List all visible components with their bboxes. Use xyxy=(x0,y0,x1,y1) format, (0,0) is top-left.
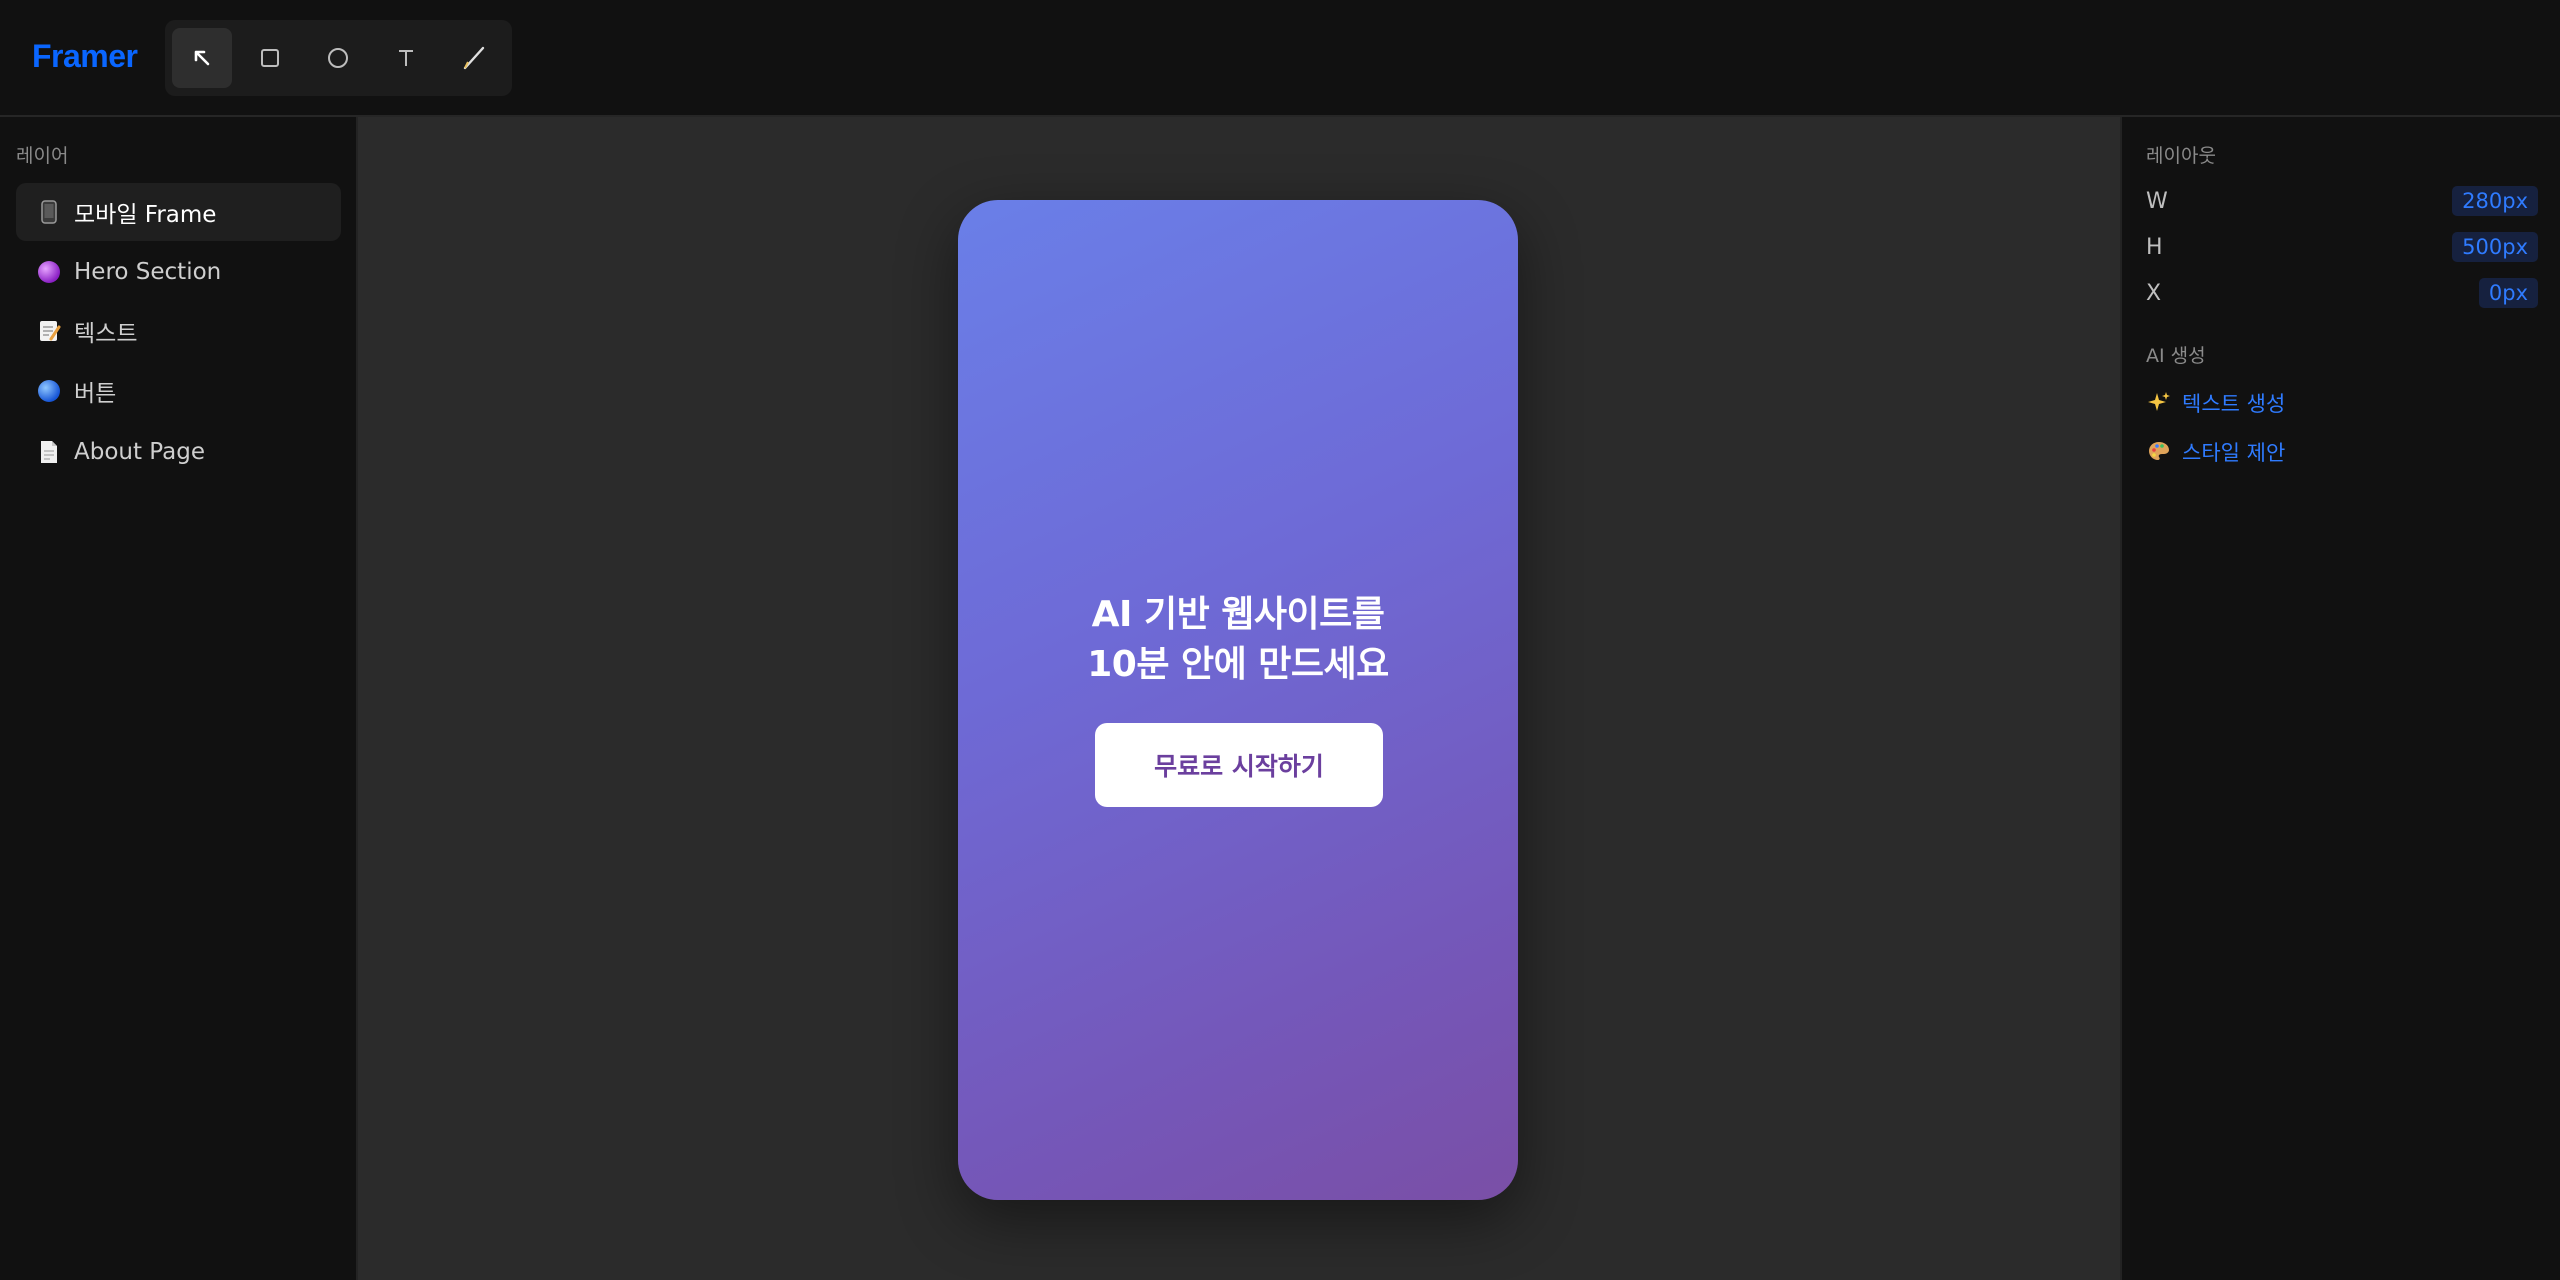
layer-label: About Page xyxy=(74,439,205,465)
hero-title[interactable]: AI 기반 웹사이트를 10분 안에 만드세요 xyxy=(958,590,1518,690)
generate-text-label: 텍스트 생성 xyxy=(2182,392,2286,416)
x-value-field[interactable]: 0px xyxy=(2478,278,2538,308)
width-label: W xyxy=(2146,188,2168,214)
purple-circle-icon xyxy=(36,259,62,285)
height-label: H xyxy=(2146,234,2163,260)
height-value-field[interactable]: 500px xyxy=(2452,232,2538,262)
x-label: X xyxy=(2146,280,2162,306)
app-logo[interactable]: Framer xyxy=(32,38,138,75)
layer-item-hero-section[interactable]: Hero Section xyxy=(16,243,341,301)
layer-item-text[interactable]: 텍스트 xyxy=(16,302,341,360)
palette-icon xyxy=(2146,439,2172,465)
width-row: W 280px xyxy=(2146,184,2538,218)
width-value-field[interactable]: 280px xyxy=(2452,186,2538,216)
square-icon xyxy=(259,47,281,69)
layer-label: 모바일 Frame xyxy=(74,202,217,228)
memo-icon xyxy=(36,318,62,344)
tool-bar xyxy=(165,20,512,96)
layer-label: 버튼 xyxy=(74,381,117,407)
arrow-cursor-icon xyxy=(191,47,213,69)
layers-panel: 레이어 모바일 Frame Hero Section 텍스트 버튼 About … xyxy=(0,117,358,1280)
layers-title: 레이어 xyxy=(16,145,69,167)
select-tool-button[interactable] xyxy=(172,28,232,88)
layer-label: 텍스트 xyxy=(74,321,138,347)
properties-panel: 레이아웃 W 280px H 500px X 0px AI 생성 텍스트 생성 … xyxy=(2120,117,2560,1280)
mobile-phone-icon xyxy=(36,199,62,225)
top-bar: Framer xyxy=(0,0,2560,117)
text-tool-button[interactable] xyxy=(376,28,436,88)
sparkles-icon xyxy=(2146,390,2172,416)
suggest-style-label: 스타일 제안 xyxy=(2182,441,2286,465)
start-free-button[interactable]: 무료로 시작하기 xyxy=(1095,723,1383,807)
layer-item-about-page[interactable]: About Page xyxy=(16,423,341,481)
x-row: X 0px xyxy=(2146,276,2538,310)
pen-tool-button[interactable] xyxy=(444,28,504,88)
frame-tool-button[interactable] xyxy=(240,28,300,88)
layout-title: 레이아웃 xyxy=(2146,145,2216,167)
blue-circle-icon xyxy=(36,378,62,404)
height-row: H 500px xyxy=(2146,230,2538,264)
mobile-frame[interactable]: AI 기반 웹사이트를 10분 안에 만드세요 무료로 시작하기 xyxy=(958,200,1518,1200)
layer-item-button[interactable]: 버튼 xyxy=(16,362,341,420)
page-icon xyxy=(36,439,62,465)
ai-generate-title: AI 생성 xyxy=(2146,345,2206,367)
circle-icon xyxy=(327,47,349,69)
design-canvas[interactable]: AI 기반 웹사이트를 10분 안에 만드세요 무료로 시작하기 xyxy=(358,117,2120,1280)
pen-icon xyxy=(461,45,487,71)
generate-text-link[interactable]: 텍스트 생성 xyxy=(2146,387,2285,419)
layer-item-mobile-frame[interactable]: 모바일 Frame xyxy=(16,183,341,241)
ellipse-tool-button[interactable] xyxy=(308,28,368,88)
text-icon xyxy=(395,47,417,69)
suggest-style-link[interactable]: 스타일 제안 xyxy=(2146,436,2285,468)
layer-label: Hero Section xyxy=(74,259,222,285)
